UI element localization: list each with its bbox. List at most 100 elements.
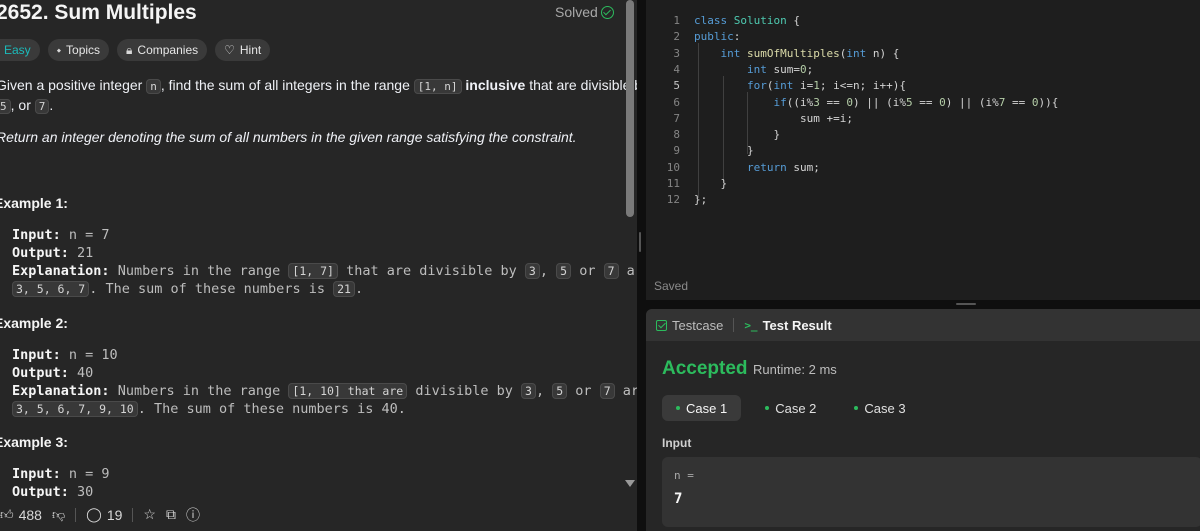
comment-count: 19	[106, 506, 123, 523]
inline-code-5: 5	[0, 99, 11, 114]
check-circle-icon	[600, 5, 614, 19]
example-2-heading: Example 2:	[0, 315, 68, 331]
description-para-1-cont: 5, or 7.	[0, 95, 53, 117]
code-line[interactable]: }	[694, 128, 780, 141]
test-panel: Testcase >_ Test Result Accepted Runtime…	[646, 309, 1200, 531]
inline-code-n: n	[146, 79, 161, 94]
example-1-explanation: Explanation: Numbers in the range [1, 7]…	[12, 263, 637, 279]
favorite-button[interactable]: ☆	[143, 506, 156, 523]
lock-icon: 🔒︎	[126, 42, 133, 57]
code-line[interactable]: class Solution {	[694, 14, 800, 27]
example-1-explanation-cont: 3, 5, 6, 7. The sum of these numbers is …	[12, 280, 363, 298]
tag-icon: ⬩	[56, 42, 62, 57]
like-count: 488	[18, 506, 42, 523]
inline-code-range: [1, n]	[413, 79, 462, 94]
terminal-icon: >_	[744, 318, 758, 332]
scroll-down-arrow-icon[interactable]	[625, 480, 635, 487]
tab-test-result-label: Test Result	[762, 317, 832, 333]
problem-title[interactable]: 2652. Sum Multiples	[0, 1, 197, 25]
topics-button[interactable]: ⬩ Topics	[47, 39, 110, 61]
splitter-grip[interactable]	[639, 232, 641, 252]
emphasis-inclusive: inclusive	[465, 77, 526, 93]
vertical-splitter[interactable]	[637, 0, 646, 531]
tab-testcase-label: Testcase	[672, 317, 724, 333]
example-2-output: Output: 40	[12, 365, 94, 381]
help-icon: ⓘ	[185, 506, 200, 523]
code-line[interactable]: }	[694, 177, 727, 190]
companies-button[interactable]: 🔒︎ Companies	[117, 39, 208, 61]
code-line[interactable]: };	[694, 193, 707, 206]
comment-icon: ◯	[86, 506, 102, 522]
hint-label: Hint	[239, 43, 262, 57]
lightbulb-icon: ♡	[224, 43, 235, 57]
line-number: 4	[673, 62, 680, 76]
description-scrollbar[interactable]	[626, 0, 634, 217]
input-heading: Input	[662, 436, 692, 450]
case-tab-2[interactable]: Case 2	[751, 395, 830, 421]
tab-testcase[interactable]: Testcase	[656, 318, 723, 333]
line-number: 11	[666, 177, 680, 190]
code-line[interactable]: }	[694, 144, 754, 157]
line-number: 9	[673, 144, 680, 158]
example-2-explanation-cont: 3, 5, 6, 7, 9, 10. The sum of these numb…	[12, 400, 406, 418]
tag-row: Easy ⬩ Topics 🔒︎ Companies ♡ Hint	[0, 39, 271, 61]
difficulty-badge: Easy	[0, 39, 40, 61]
footer-divider	[75, 507, 77, 522]
problem-footer: 👍︎ 488 👎︎ ◯ 19 ☆ ⧉ ⓘ	[0, 498, 637, 531]
checkbox-icon	[656, 319, 667, 331]
verdict-label: Accepted	[662, 358, 748, 379]
thumbs-down-icon: 👎︎	[51, 506, 66, 522]
like-button[interactable]: 👍︎ 488	[0, 507, 42, 523]
example-1-output: Output: 21	[12, 245, 94, 261]
line-number: 10	[666, 160, 680, 174]
line-number: 6	[673, 95, 680, 109]
line-number: 7	[673, 111, 680, 125]
example-1-heading: Example 1:	[0, 195, 68, 211]
code-line[interactable]: return sum;	[694, 161, 820, 174]
star-icon: ☆	[143, 506, 156, 522]
code-line[interactable]: int sum=0;	[694, 63, 813, 76]
input-variable-name: n =	[674, 469, 694, 482]
input-variable-value: 7	[674, 491, 683, 507]
code-line[interactable]: sum +=i;	[694, 112, 853, 125]
case-tab-1[interactable]: Case 1	[662, 395, 742, 421]
tab-divider	[733, 318, 735, 332]
example-3-heading: Example 3:	[0, 434, 68, 450]
solved-status: Solved	[555, 4, 614, 20]
tab-test-result[interactable]: >_ Test Result	[744, 318, 831, 333]
line-number: 2	[673, 30, 680, 44]
code-line[interactable]: int sumOfMultiples(int n) {	[694, 47, 900, 60]
test-panel-tabs: Testcase >_ Test Result	[646, 309, 1200, 341]
example-2-input: Input: n = 10	[12, 347, 118, 363]
comments-button[interactable]: ◯ 19	[86, 506, 122, 523]
saved-status: Saved	[654, 279, 689, 293]
code-editor[interactable]: Saved 1 class Solution {2 public: 3 int sum…	[646, 0, 1200, 300]
dislike-button[interactable]: 👎︎	[52, 507, 65, 523]
line-number: 5	[673, 79, 680, 93]
thumbs-up-icon: 👍︎	[0, 506, 14, 522]
horizontal-splitter[interactable]	[646, 300, 1200, 309]
pass-dot-icon	[765, 406, 770, 410]
share-button[interactable]: ⧉	[166, 506, 176, 523]
case-tab-3[interactable]: Case 3	[840, 395, 919, 421]
example-3-input: Input: n = 9	[12, 466, 110, 482]
runtime-label: Runtime: 2 ms	[753, 362, 837, 377]
input-value-box: n = 7	[662, 457, 1200, 527]
companies-label: Companies	[137, 43, 199, 57]
splitter-grip[interactable]	[956, 303, 976, 305]
example-1-input: Input: n = 7	[12, 227, 110, 243]
code-line[interactable]: for(int i=1; i<=n; i++){	[694, 79, 906, 92]
pass-dot-icon	[676, 406, 680, 410]
line-number: 12	[666, 193, 680, 207]
example-2-explanation: Explanation: Numbers in the range [1, 10…	[12, 383, 637, 399]
code-line[interactable]: if((i%3 == 0) || (i%5 == 0) || (i%7 == 0…	[694, 96, 1058, 109]
share-icon: ⧉	[165, 506, 176, 522]
footer-divider	[132, 507, 134, 522]
description-para-1: Given a positive integer n, find the sum…	[0, 75, 637, 97]
code-line[interactable]: public:	[694, 30, 740, 43]
hint-button[interactable]: ♡ Hint	[215, 39, 271, 61]
inline-code-7: 7	[34, 99, 50, 114]
line-number: 1	[673, 14, 680, 27]
help-button[interactable]: ⓘ	[186, 505, 200, 525]
case-tabs: Case 1 Case 2 Case 3	[662, 395, 920, 421]
